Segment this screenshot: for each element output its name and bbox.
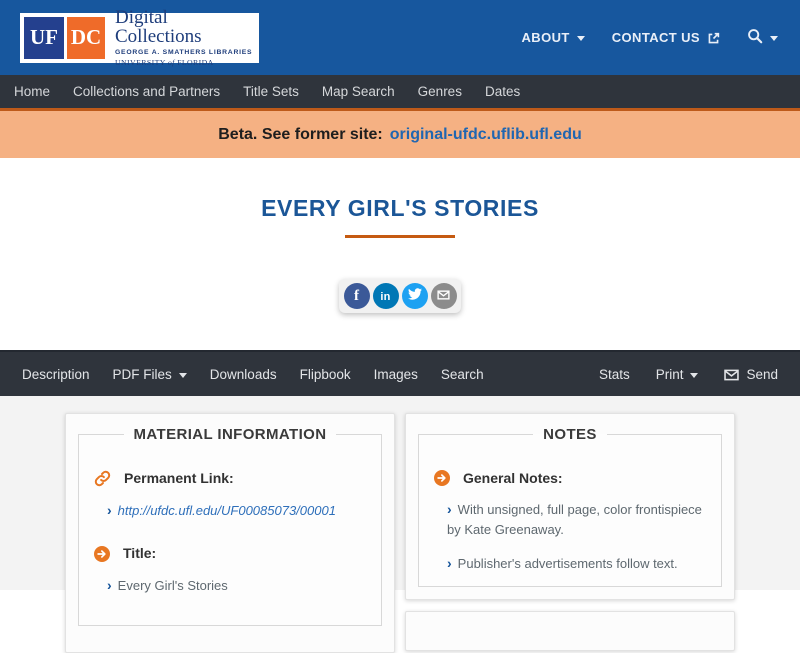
twitter-icon [407, 287, 422, 306]
share-email-button[interactable] [430, 283, 457, 309]
nav-item-home[interactable]: Home [14, 84, 50, 99]
chevron-down-icon [576, 36, 585, 41]
chevron-down-icon [770, 36, 778, 41]
right-column: NOTES General Notes: › With unsigned, full… [405, 413, 735, 651]
field-label-text: General Notes: [463, 469, 563, 486]
logo-subtitle-university: UNIVERSITY of FLORIDA [115, 58, 214, 67]
field-label-permanent-link: Permanent Link: [94, 469, 366, 487]
field-label-general-notes: General Notes: [434, 469, 706, 487]
search-button[interactable] [747, 28, 778, 47]
share-toolbar: f in [339, 279, 461, 313]
notes-card: NOTES General Notes: › With unsigned, full… [405, 413, 735, 600]
field-label-text: Permanent Link: [124, 469, 234, 486]
share-linkedin-button[interactable]: in [372, 283, 399, 309]
ufdc-logo[interactable]: UF DC Digital Collections GEORGE A. SMAT… [20, 8, 259, 67]
notes-title: NOTES [543, 426, 597, 443]
toolbar-item-label: Search [440, 366, 484, 382]
field-label-text: Title: [123, 545, 157, 562]
toolbar-print-button[interactable]: Print [656, 367, 699, 382]
toolbar-item-label: PDF Files [112, 366, 172, 382]
contact-us-menu-item[interactable]: CONTACT US [612, 30, 720, 45]
toolbar-downloads-button[interactable]: Downloads [210, 367, 277, 382]
chevron-down-icon [690, 372, 699, 378]
site-header: UF DC Digital Collections GEORGE A. SMAT… [0, 0, 800, 75]
email-icon [437, 287, 450, 305]
logo-text: Digital Collections GEORGE A. SMATHERS L… [115, 8, 255, 67]
search-icon [747, 28, 763, 47]
logo-subtitle-libraries: GEORGE A. SMATHERS LIBRARIES [115, 49, 253, 56]
nav-item-genres[interactable]: Genres [418, 84, 462, 99]
nav-item-dates[interactable]: Dates [485, 84, 520, 99]
main-nav: Home Collections and Partners Title Sets Ma… [0, 75, 800, 108]
uf-logo-block: UF [24, 16, 64, 59]
toolbar-description-button[interactable]: Description [22, 367, 90, 382]
material-information-card: MATERIAL INFORMATION Permanent Link: › htt… [65, 413, 395, 653]
beta-banner-text: Beta. See former site: [218, 125, 383, 143]
material-information-panel: MATERIAL INFORMATION Permanent Link: › htt… [78, 426, 382, 626]
nav-item-collections-and-partners[interactable]: Collections and Partners [73, 84, 220, 99]
dc-logo-block: DC [67, 16, 105, 59]
facebook-icon: f [354, 288, 359, 304]
toolbar-item-label: Send [746, 366, 778, 382]
field-value: › Publisher's advertisements follow text. [447, 553, 706, 574]
field-value-text: Publisher's advertisements follow text. [457, 555, 678, 571]
toolbar-flipbook-button[interactable]: Flipbook [300, 367, 351, 382]
header-menu: ABOUT CONTACT US [522, 28, 778, 47]
toolbar-item-label: Images [373, 366, 418, 382]
toolbar-search-button[interactable]: Search [441, 367, 484, 382]
field-value: › Every Girl's Stories [107, 575, 366, 596]
toolbar-item-label: Flipbook [299, 366, 351, 382]
arrow-circle-icon [94, 545, 110, 563]
beta-banner: Beta. See former site: original-ufdc.ufl… [0, 108, 800, 158]
item-content: MATERIAL INFORMATION Permanent Link: › htt… [0, 396, 800, 653]
about-menu-item[interactable]: ABOUT [522, 30, 585, 45]
toolbar-images-button[interactable]: Images [374, 367, 418, 382]
nav-item-title-sets[interactable]: Title Sets [243, 84, 299, 99]
toolbar-item-label: Downloads [209, 366, 277, 382]
link-icon [94, 469, 111, 487]
chevron-down-icon [178, 372, 187, 378]
toolbar-item-label: Print [655, 366, 684, 382]
chevron-right-icon: › [107, 501, 112, 518]
toolbar-right-group: Stats Print Send [599, 367, 778, 382]
next-panel-card [405, 610, 735, 651]
toolbar-item-label: Stats [598, 366, 630, 382]
chevron-right-icon: › [107, 577, 112, 594]
share-facebook-button[interactable]: f [343, 283, 370, 309]
menu-item-label: ABOUT [521, 30, 570, 45]
item-toolbar: Description PDF Files Downloads Flipbook Ima… [0, 350, 800, 396]
field-value: › http://ufdc.ufl.edu/UF00085073/00001 [107, 500, 366, 521]
arrow-circle-icon [434, 469, 450, 487]
title-section: EVERY GIRL'S STORIES f in Description PDF … [0, 158, 800, 396]
title-underline [345, 235, 455, 238]
menu-item-label: CONTACT US [611, 30, 700, 45]
toolbar-pdf-files-button[interactable]: PDF Files [113, 367, 187, 382]
material-information-title: MATERIAL INFORMATION [133, 426, 327, 443]
field-value: › With unsigned, full page, color frontis… [447, 499, 706, 540]
field-label-title: Title: [94, 545, 366, 563]
notes-panel: NOTES General Notes: › With unsigned, full… [418, 426, 722, 587]
toolbar-left-group: Description PDF Files Downloads Flipbook Ima… [22, 367, 484, 382]
chevron-right-icon: › [447, 501, 452, 518]
chevron-right-icon: › [447, 554, 452, 571]
envelope-icon [724, 367, 740, 382]
page-title: EVERY GIRL'S STORIES [261, 195, 539, 221]
external-link-icon [707, 30, 720, 45]
share-twitter-button[interactable] [401, 283, 428, 309]
linkedin-icon: in [380, 291, 391, 303]
former-site-link[interactable]: original-ufdc.uflib.ufl.edu [390, 126, 582, 144]
nav-item-map-search[interactable]: Map Search [322, 84, 395, 99]
field-value-text: Every Girl's Stories [117, 578, 228, 594]
toolbar-send-button[interactable]: Send [724, 367, 778, 382]
toolbar-stats-button[interactable]: Stats [599, 367, 630, 382]
permanent-link[interactable]: http://ufdc.ufl.edu/UF00085073/00001 [118, 503, 336, 518]
field-value-text: With unsigned, full page, color frontisp… [447, 502, 702, 538]
toolbar-item-label: Description [22, 366, 90, 382]
left-column: MATERIAL INFORMATION Permanent Link: › htt… [65, 413, 395, 653]
logo-title: Digital Collections [115, 7, 202, 47]
